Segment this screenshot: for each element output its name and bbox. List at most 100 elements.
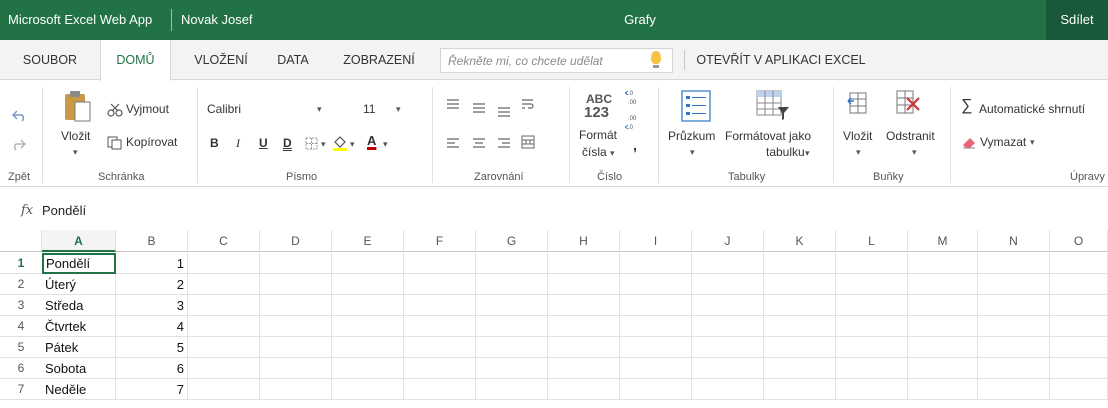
empty-cell[interactable] (332, 379, 404, 400)
cell-a2[interactable]: Úterý (42, 274, 116, 295)
autosum-icon[interactable]: ∑ (961, 97, 972, 115)
paste-icon[interactable] (62, 89, 92, 123)
empty-cell[interactable] (260, 358, 332, 379)
underline-button[interactable]: U (259, 136, 268, 150)
font-color-button[interactable]: A (367, 133, 376, 148)
column-header-m[interactable]: M (908, 230, 978, 252)
empty-cell[interactable] (620, 379, 692, 400)
empty-cell[interactable] (978, 253, 1050, 274)
empty-cell[interactable] (476, 337, 548, 358)
column-header-k[interactable]: K (764, 230, 836, 252)
increase-decimal-icon[interactable]: .0 .00 (625, 89, 641, 107)
format-as-table-icon[interactable] (756, 90, 790, 122)
empty-cell[interactable] (1050, 379, 1108, 400)
column-header-l[interactable]: L (836, 230, 908, 252)
empty-cell[interactable] (978, 337, 1050, 358)
insert-cells-button[interactable]: Vložit (843, 129, 872, 143)
empty-cell[interactable] (908, 358, 978, 379)
empty-cell[interactable] (548, 379, 620, 400)
empty-cell[interactable] (620, 274, 692, 295)
empty-cell[interactable] (908, 379, 978, 400)
empty-cell[interactable] (620, 295, 692, 316)
empty-cell[interactable] (764, 316, 836, 337)
empty-cell[interactable] (404, 379, 476, 400)
empty-cell[interactable] (908, 295, 978, 316)
format-as-table-label-2[interactable]: tabulku (766, 145, 805, 159)
align-top-icon[interactable] (446, 99, 460, 109)
empty-cell[interactable] (764, 379, 836, 400)
empty-cell[interactable] (908, 337, 978, 358)
empty-cell[interactable] (908, 316, 978, 337)
user-name[interactable]: Novak Josef (181, 12, 253, 27)
merge-center-icon[interactable] (521, 135, 535, 149)
column-header-g[interactable]: G (476, 230, 548, 252)
clear-button[interactable]: Vymazat (980, 135, 1026, 149)
font-color-dropdown-icon[interactable]: ▾ (383, 139, 388, 150)
delete-cells-dropdown-icon[interactable]: ▾ (912, 147, 917, 158)
cell-a4[interactable]: Čtvrtek (42, 316, 116, 337)
empty-cell[interactable] (836, 295, 908, 316)
undo-icon[interactable] (11, 108, 27, 122)
cell-a5[interactable]: Pátek (42, 337, 116, 358)
open-in-excel-button[interactable]: OTEVŘÍT V APLIKACI EXCEL (694, 40, 868, 80)
column-header-e[interactable]: E (332, 230, 404, 252)
align-center-icon[interactable] (472, 138, 486, 148)
cut-icon[interactable] (107, 103, 123, 117)
empty-cell[interactable] (404, 253, 476, 274)
empty-cell[interactable] (978, 295, 1050, 316)
empty-cell[interactable] (332, 253, 404, 274)
empty-cell[interactable] (1050, 316, 1108, 337)
empty-cell[interactable] (260, 295, 332, 316)
number-format-dropdown-icon[interactable]: ▾ (610, 148, 615, 159)
empty-cell[interactable] (476, 379, 548, 400)
borders-dropdown-icon[interactable]: ▾ (321, 139, 326, 150)
empty-cell[interactable] (188, 274, 260, 295)
empty-cell[interactable] (908, 253, 978, 274)
function-icon[interactable]: fx (21, 203, 33, 218)
empty-cell[interactable] (548, 316, 620, 337)
empty-cell[interactable] (548, 358, 620, 379)
empty-cell[interactable] (764, 337, 836, 358)
empty-cell[interactable] (332, 358, 404, 379)
empty-cell[interactable] (836, 379, 908, 400)
empty-cell[interactable] (260, 274, 332, 295)
empty-cell[interactable] (620, 316, 692, 337)
eraser-icon[interactable] (961, 135, 977, 149)
empty-cell[interactable] (692, 274, 764, 295)
row-header[interactable]: 2 (0, 274, 42, 295)
empty-cell[interactable] (836, 358, 908, 379)
empty-cell[interactable] (836, 274, 908, 295)
italic-button[interactable]: I (236, 136, 240, 151)
autosum-button[interactable]: Automatické shrnutí (979, 102, 1085, 116)
column-header-a[interactable]: A (42, 230, 116, 252)
align-bottom-icon[interactable] (497, 107, 511, 117)
empty-cell[interactable] (764, 274, 836, 295)
empty-cell[interactable] (476, 253, 548, 274)
empty-cell[interactable] (620, 358, 692, 379)
cell-b6[interactable]: 6 (116, 358, 188, 379)
row-header[interactable]: 4 (0, 316, 42, 337)
empty-cell[interactable] (1050, 358, 1108, 379)
empty-cell[interactable] (188, 316, 260, 337)
copy-icon[interactable] (107, 136, 123, 150)
empty-cell[interactable] (548, 274, 620, 295)
paste-button[interactable]: Vložit (61, 129, 90, 143)
row-header[interactable]: 7 (0, 379, 42, 400)
empty-cell[interactable] (908, 274, 978, 295)
column-header-o[interactable]: O (1050, 230, 1108, 252)
empty-cell[interactable] (692, 253, 764, 274)
cell-b1[interactable]: 1 (116, 253, 188, 274)
empty-cell[interactable] (404, 337, 476, 358)
column-header-d[interactable]: D (260, 230, 332, 252)
tell-me-input[interactable]: Řekněte mi, co chcete udělat (440, 48, 673, 73)
empty-cell[interactable] (978, 274, 1050, 295)
column-header-i[interactable]: I (620, 230, 692, 252)
font-size-select[interactable]: 11 ▾ (358, 98, 408, 120)
empty-cell[interactable] (332, 274, 404, 295)
delete-cells-icon[interactable] (893, 89, 923, 117)
align-right-icon[interactable] (497, 138, 511, 148)
empty-cell[interactable] (692, 358, 764, 379)
empty-cell[interactable] (1050, 253, 1108, 274)
empty-cell[interactable] (188, 337, 260, 358)
empty-cell[interactable] (620, 253, 692, 274)
